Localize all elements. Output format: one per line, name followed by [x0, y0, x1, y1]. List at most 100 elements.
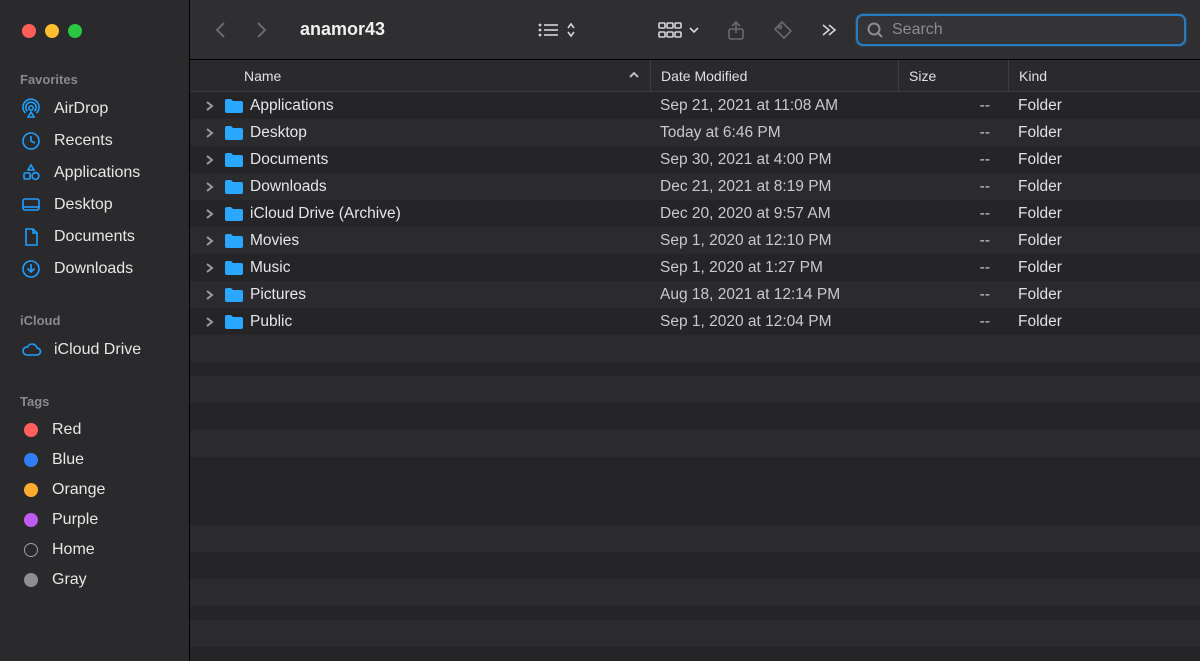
disclosure-triangle-icon[interactable]	[200, 100, 218, 112]
search-field[interactable]	[856, 14, 1186, 46]
downloads-icon	[20, 259, 42, 279]
tag-color-dot	[24, 573, 38, 587]
file-size: --	[898, 313, 1008, 331]
sidebar-tag-label: Purple	[52, 511, 98, 529]
file-name: Applications	[250, 97, 334, 115]
column-header-date-label: Date Modified	[661, 68, 747, 84]
file-name: Movies	[250, 232, 299, 250]
file-date: Aug 18, 2021 at 12:14 PM	[650, 286, 898, 304]
sidebar: Favorites AirDropRecents Applications Desk…	[0, 0, 190, 661]
tag-color-dot	[24, 423, 38, 437]
sidebar-item-label: Documents	[54, 228, 135, 246]
forward-button[interactable]	[244, 15, 278, 45]
overflow-button[interactable]	[820, 22, 838, 38]
file-row[interactable]: Movies Sep 1, 2020 at 12:10 PM -- Folder	[190, 227, 1200, 254]
file-date: Sep 30, 2021 at 4:00 PM	[650, 151, 898, 169]
empty-row	[190, 647, 1200, 661]
file-row[interactable]: Applications Sep 21, 2021 at 11:08 AM --…	[190, 92, 1200, 119]
column-header-name[interactable]: Name	[190, 60, 650, 91]
disclosure-triangle-icon[interactable]	[200, 127, 218, 139]
file-date: Dec 20, 2020 at 9:57 AM	[650, 205, 898, 223]
disclosure-triangle-icon[interactable]	[200, 262, 218, 274]
file-row[interactable]: Desktop Today at 6:46 PM -- Folder	[190, 119, 1200, 146]
disclosure-triangle-icon[interactable]	[200, 289, 218, 301]
tags-button[interactable]	[772, 19, 794, 41]
sidebar-tag-label: Blue	[52, 451, 84, 469]
fullscreen-window-button[interactable]	[68, 24, 82, 38]
sidebar-section-favorites: Favorites	[0, 66, 189, 93]
file-name: Music	[250, 259, 290, 277]
column-header-name-label: Name	[244, 68, 281, 84]
airdrop-icon	[20, 99, 42, 119]
file-size: --	[898, 97, 1008, 115]
file-kind: Folder	[1008, 232, 1200, 250]
empty-row	[190, 457, 1200, 484]
sidebar-item-applications[interactable]: Applications	[0, 157, 189, 189]
file-name: Pictures	[250, 286, 306, 304]
sidebar-item-documents[interactable]: Documents	[0, 221, 189, 253]
back-button[interactable]	[204, 15, 238, 45]
column-header-size-label: Size	[909, 68, 936, 84]
file-row[interactable]: Public Sep 1, 2020 at 12:04 PM -- Folder	[190, 308, 1200, 335]
sidebar-item-label: iCloud Drive	[54, 341, 141, 359]
share-button[interactable]	[726, 19, 746, 41]
file-kind: Folder	[1008, 259, 1200, 277]
file-date: Dec 21, 2021 at 8:19 PM	[650, 178, 898, 196]
disclosure-triangle-icon[interactable]	[200, 235, 218, 247]
column-header-date[interactable]: Date Modified	[650, 60, 898, 91]
file-kind: Folder	[1008, 286, 1200, 304]
file-row[interactable]: iCloud Drive (Archive) Dec 20, 2020 at 9…	[190, 200, 1200, 227]
sidebar-tag-red[interactable]: Red	[0, 415, 189, 445]
tag-color-dot	[24, 513, 38, 527]
disclosure-triangle-icon[interactable]	[200, 154, 218, 166]
file-size: --	[898, 205, 1008, 223]
sidebar-tag-label: Red	[52, 421, 81, 439]
desktop-icon	[20, 195, 42, 215]
file-name: Public	[250, 313, 292, 331]
sidebar-item-label: Applications	[54, 164, 140, 182]
view-list-button[interactable]	[536, 20, 576, 40]
sidebar-tag-gray[interactable]: Gray	[0, 565, 189, 595]
file-kind: Folder	[1008, 97, 1200, 115]
sidebar-section-tags: Tags	[0, 388, 189, 415]
sidebar-tag-orange[interactable]: Orange	[0, 475, 189, 505]
sidebar-item-airdrop[interactable]: AirDrop	[0, 93, 189, 125]
column-header-size[interactable]: Size	[898, 60, 1008, 91]
file-row[interactable]: Music Sep 1, 2020 at 1:27 PM -- Folder	[190, 254, 1200, 281]
file-row[interactable]: Pictures Aug 18, 2021 at 12:14 PM -- Fol…	[190, 281, 1200, 308]
folder-icon	[224, 313, 244, 331]
minimize-window-button[interactable]	[45, 24, 59, 38]
empty-row	[190, 403, 1200, 430]
sidebar-item-recents[interactable]: Recents	[0, 125, 189, 157]
file-row[interactable]: Downloads Dec 21, 2021 at 8:19 PM -- Fol…	[190, 173, 1200, 200]
close-window-button[interactable]	[22, 24, 36, 38]
group-by-button[interactable]	[658, 21, 700, 39]
toolbar: anamor43	[190, 0, 1200, 60]
tag-color-dot	[24, 483, 38, 497]
disclosure-triangle-icon[interactable]	[200, 316, 218, 328]
sort-ascending-icon	[628, 68, 640, 84]
column-header-row: Name Date Modified Size Kind	[190, 60, 1200, 92]
file-name: Documents	[250, 151, 328, 169]
disclosure-triangle-icon[interactable]	[200, 181, 218, 193]
empty-row	[190, 498, 1200, 525]
sidebar-tag-blue[interactable]: Blue	[0, 445, 189, 475]
file-row[interactable]: Documents Sep 30, 2021 at 4:00 PM -- Fol…	[190, 146, 1200, 173]
search-input[interactable]	[892, 21, 1176, 39]
tag-color-dot	[24, 453, 38, 467]
sidebar-item-icloud-drive[interactable]: iCloud Drive	[0, 334, 189, 366]
sidebar-tag-label: Home	[52, 541, 95, 559]
sidebar-tag-home[interactable]: Home	[0, 535, 189, 565]
document-icon	[20, 227, 42, 247]
empty-row	[190, 579, 1200, 606]
file-date: Sep 21, 2021 at 11:08 AM	[650, 97, 898, 115]
folder-icon	[224, 124, 244, 142]
column-header-kind[interactable]: Kind	[1008, 60, 1200, 91]
empty-row	[190, 525, 1200, 552]
disclosure-triangle-icon[interactable]	[200, 208, 218, 220]
folder-icon	[224, 205, 244, 223]
file-list: Applications Sep 21, 2021 at 11:08 AM --…	[190, 92, 1200, 661]
sidebar-item-desktop[interactable]: Desktop	[0, 189, 189, 221]
sidebar-item-downloads[interactable]: Downloads	[0, 253, 189, 285]
sidebar-tag-purple[interactable]: Purple	[0, 505, 189, 535]
